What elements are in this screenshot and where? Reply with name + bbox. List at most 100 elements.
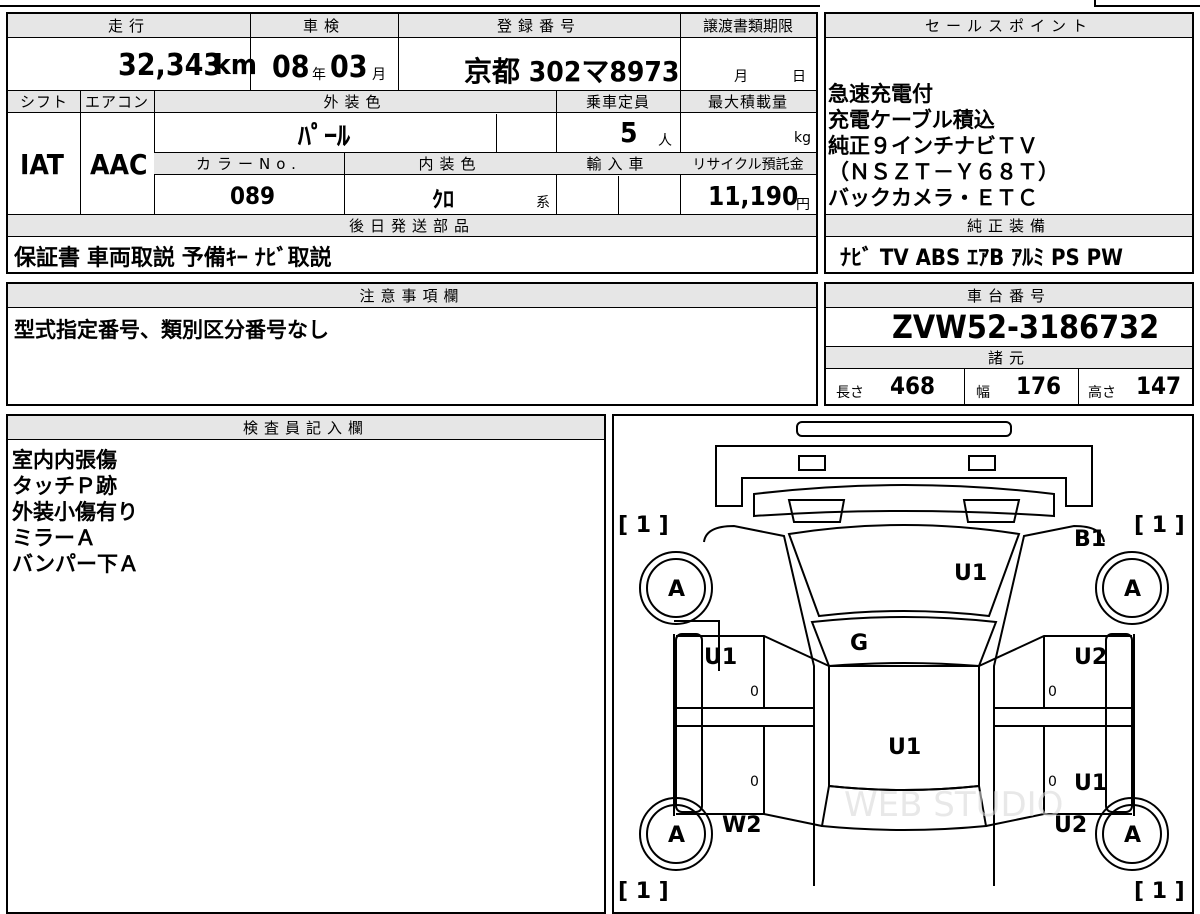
mark-front-left-door: U1 xyxy=(704,645,737,670)
import-label: 輸入車 xyxy=(586,155,650,173)
mark-windshield: G xyxy=(850,631,868,656)
interior-color-suffix: 系 xyxy=(536,195,550,211)
car-diagram-panel: [ 1 ] [ 1 ] [ 1 ] [ 1 ] A A A A B1 U1 G … xyxy=(612,414,1194,914)
inspector-header: 検査員記入欄 xyxy=(8,416,604,440)
fl-door-zero: 0 xyxy=(750,684,759,700)
chassis-label: 車台番号 xyxy=(966,287,1051,305)
tire-fl-grade: A xyxy=(668,577,685,602)
genuine-equipment-header: 純正装備 xyxy=(826,215,1192,237)
inspection-year-unit: 年 xyxy=(312,67,326,83)
watermark: WEB STUDIO xyxy=(844,785,1063,825)
tire-rr-bracket: [ 1 ] xyxy=(1134,879,1185,904)
notes-label: 注意事項欄 xyxy=(359,287,465,305)
inspector-panel: 検査員記入欄 室内内張傷 タッチＰ跡 外装小傷有り ミラーＡ バンパー下Ａ xyxy=(6,414,606,914)
transfer-month-unit: 月 xyxy=(734,69,748,85)
length-value: 468 xyxy=(890,372,936,400)
mileage-header: 走行 xyxy=(8,14,250,38)
notes-value: 型式指定番号、類別区分番号なし xyxy=(14,318,329,342)
inspection-header: 車検 xyxy=(250,14,398,38)
inspection-year: 08 xyxy=(272,50,310,85)
shift-value: IAT xyxy=(20,148,64,181)
sales-points-panel: セールスポイント 急速充電付 充電ケーブル積込 純正９インチナビＴＶ （ＮＳＺＴ… xyxy=(824,12,1194,274)
tire-rl-bracket: [ 1 ] xyxy=(618,879,669,904)
recycle-header: リサイクル預託金 xyxy=(680,153,816,175)
recycle-label: リサイクル預託金 xyxy=(692,156,804,173)
inspector-line: バンパー下Ａ xyxy=(12,552,140,576)
color-no-value: 089 xyxy=(230,182,276,210)
interior-color-header: 内装色 xyxy=(344,153,556,175)
registration-label: 登録番号 xyxy=(496,17,581,35)
rl-door-zero: 0 xyxy=(750,774,759,790)
max-load-label: 最大積載量 xyxy=(707,93,788,111)
color-no-header: カラーNo. xyxy=(154,153,344,175)
capacity-header: 乗車定員 xyxy=(556,91,680,113)
genuine-equipment-value: ﾅﾋﾞ TV ABS ｴｱB ｱﾙﾐ PS PW xyxy=(840,246,1123,271)
chassis-header: 車台番号 xyxy=(826,284,1192,308)
inspector-label: 検査員記入欄 xyxy=(242,419,369,437)
mark-front-right-door: U2 xyxy=(1074,645,1107,670)
capacity-label: 乗車定員 xyxy=(585,93,650,111)
chassis-value: ZVW52-3186732 xyxy=(892,308,1160,346)
mileage-value: 32,343 xyxy=(118,48,223,83)
sales-points-header: セールスポイント xyxy=(826,14,1192,38)
exterior-color-header: 外装色 xyxy=(154,91,556,113)
registration-header: 登録番号 xyxy=(398,14,680,38)
vehicle-info-panel: 走行 車検 登録番号 譲渡書類期限 32,343 km 08 年 03 月 京都… xyxy=(6,12,818,274)
mileage-unit: km xyxy=(214,48,257,81)
sales-points-label: セールスポイント xyxy=(924,17,1093,35)
top-cropped-strip xyxy=(0,0,820,7)
length-label: 長さ xyxy=(836,385,864,401)
tire-fl-bracket: [ 1 ] xyxy=(618,513,669,538)
capacity-value: 5 xyxy=(620,116,638,149)
car-diagram: [ 1 ] [ 1 ] [ 1 ] [ 1 ] A A A A B1 U1 G … xyxy=(618,421,1185,904)
specs-header: 諸元 xyxy=(826,347,1192,369)
specs-label: 諸元 xyxy=(987,349,1030,367)
aircon-header: エアコン xyxy=(80,91,154,113)
tire-fr-bracket: [ 1 ] xyxy=(1134,513,1185,538)
exterior-color-value: ﾊﾟｰﾙ xyxy=(298,122,351,152)
inspection-label: 車検 xyxy=(302,17,345,35)
shift-header: シフト xyxy=(8,91,80,113)
transfer-deadline-label: 譲渡書類期限 xyxy=(702,17,793,35)
shift-label: シフト xyxy=(19,93,68,111)
genuine-equipment-label: 純正装備 xyxy=(966,217,1051,235)
mark-roof: U1 xyxy=(888,735,921,760)
tire-rl-grade: A xyxy=(668,823,685,848)
mark-rear-right-door: U1 xyxy=(1074,771,1107,796)
mark-fr-fender: B1 xyxy=(1074,527,1106,552)
height-label: 高さ xyxy=(1088,385,1116,401)
max-load-unit: kg xyxy=(794,130,811,146)
recycle-value: 11,190 xyxy=(708,182,799,212)
later-parts-label: 後日発送部品 xyxy=(348,217,475,235)
notes-panel: 注意事項欄 型式指定番号、類別区分番号なし xyxy=(6,282,818,406)
aircon-label: エアコン xyxy=(84,93,149,111)
mileage-label: 走行 xyxy=(107,17,150,35)
top-right-cropped-strip xyxy=(1094,0,1200,7)
fr-door-zero: 0 xyxy=(1048,684,1057,700)
max-load-header: 最大積載量 xyxy=(680,91,816,113)
interior-color-label: 内装色 xyxy=(418,155,482,173)
later-parts-value: 保証書 車両取説 予備ｷｰ ﾅﾋﾞ取説 xyxy=(14,246,332,271)
mark-rear-left-quarter: W2 xyxy=(722,813,762,838)
color-no-label: カラーNo. xyxy=(196,155,302,173)
height-value: 147 xyxy=(1136,372,1182,400)
transfer-deadline-header: 譲渡書類期限 xyxy=(680,14,816,38)
tire-fr-grade: A xyxy=(1124,577,1141,602)
aircon-value: AAC xyxy=(90,148,148,181)
tire-rr-grade: A xyxy=(1124,823,1141,848)
transfer-day-unit: 日 xyxy=(792,69,806,85)
recycle-unit: 円 xyxy=(796,197,810,213)
inspection-month-unit: 月 xyxy=(372,67,386,83)
sales-point-line: バックカメラ・ＥＴＣ xyxy=(828,186,1038,210)
width-value: 176 xyxy=(1016,372,1062,400)
import-header: 輸入車 xyxy=(556,153,680,175)
registration-value: 京都 302マ8973 xyxy=(464,55,680,88)
mark-hood: U1 xyxy=(954,561,987,586)
exterior-color-label: 外装色 xyxy=(323,93,387,111)
notes-header: 注意事項欄 xyxy=(8,284,816,308)
later-parts-header: 後日発送部品 xyxy=(8,215,816,237)
capacity-unit: 人 xyxy=(658,133,672,149)
interior-color-value: ｸﾛ xyxy=(432,188,455,213)
width-label: 幅 xyxy=(976,385,990,401)
chassis-panel: 車台番号 ZVW52-3186732 諸元 長さ 468 幅 176 高さ 14… xyxy=(824,282,1194,406)
